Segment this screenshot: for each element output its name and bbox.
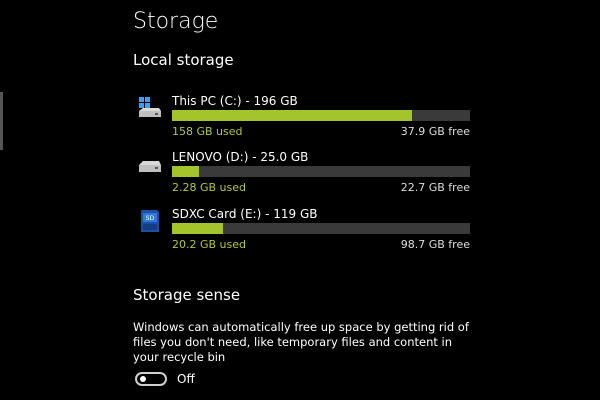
usage-bar — [172, 110, 470, 121]
sd-card-icon: SD — [141, 210, 159, 232]
windows-drive-icon — [139, 97, 161, 117]
usage-bar-fill — [172, 166, 200, 177]
storage-sense-heading: Storage sense — [133, 286, 241, 304]
free-space: 37.9 GB free — [400, 125, 470, 138]
usage-bar-fill — [172, 223, 223, 234]
drive-name: LENOVO (D:) - 25.0 GB — [172, 150, 309, 164]
free-space: 22.7 GB free — [400, 181, 470, 194]
toggle-knob — [140, 376, 146, 382]
local-storage-heading: Local storage — [133, 51, 234, 69]
storage-settings-page: Storage Local storage This PC (C:) - 196… — [0, 0, 600, 400]
free-space: 98.7 GB free — [400, 238, 470, 251]
used-space: 20.2 GB used — [172, 238, 247, 251]
used-space: 158 GB used — [172, 125, 243, 138]
drive-item-c[interactable]: This PC (C:) - 196 GB 158 GB used 37.9 G… — [137, 94, 472, 138]
usage-bar — [172, 166, 470, 177]
drive-item-d[interactable]: LENOVO (D:) - 25.0 GB 2.28 GB used 22.7 … — [137, 150, 472, 194]
usage-bar-fill — [172, 110, 413, 121]
used-space: 2.28 GB used — [172, 181, 247, 194]
svg-text:SD: SD — [146, 215, 155, 222]
storage-sense-description: Windows can automatically free up space … — [133, 320, 469, 364]
window-edge-scrollbar[interactable] — [0, 92, 3, 150]
drive-item-e[interactable]: SD SDXC Card (E:) - 119 GB 20.2 GB used … — [137, 207, 472, 251]
page-title: Storage — [133, 9, 219, 34]
usage-bar — [172, 223, 470, 234]
hard-drive-icon — [139, 161, 161, 172]
storage-sense-toggle[interactable] — [135, 372, 167, 386]
toggle-state-label: Off — [177, 372, 195, 386]
drive-name: SDXC Card (E:) - 119 GB — [172, 207, 318, 221]
drive-name: This PC (C:) - 196 GB — [172, 94, 298, 108]
